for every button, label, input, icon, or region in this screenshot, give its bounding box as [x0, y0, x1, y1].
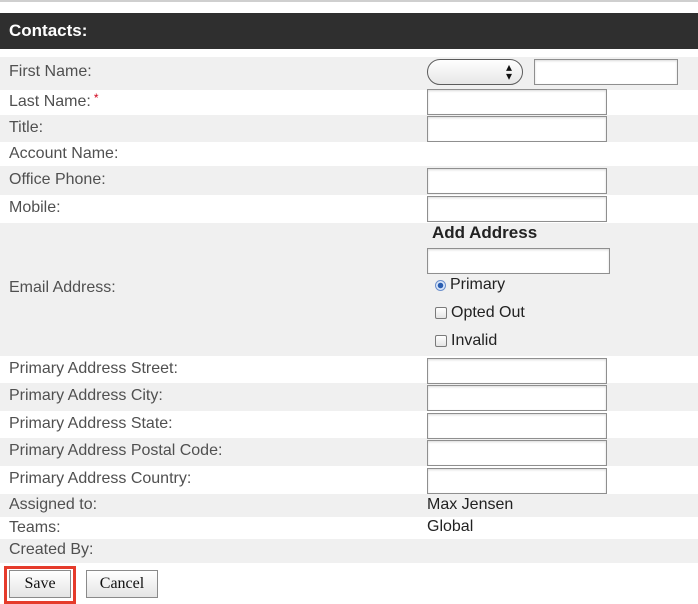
postal-input[interactable] — [427, 440, 607, 466]
row-created-by: Created By: — [0, 539, 698, 563]
city-input[interactable] — [427, 385, 607, 411]
account-name-label: Account Name: — [9, 145, 119, 162]
opted-out-label: Opted Out — [451, 304, 525, 321]
assigned-to-value: Max Jensen — [427, 496, 514, 513]
state-label: Primary Address State: — [9, 415, 173, 432]
add-address-link[interactable]: Add Address — [432, 223, 537, 243]
email-input[interactable] — [427, 248, 610, 274]
assigned-to-label: Assigned to: — [9, 496, 98, 513]
mobile-label: Mobile: — [9, 199, 61, 216]
email-primary-option[interactable]: Primary — [435, 276, 505, 294]
postal-label: Primary Address Postal Code: — [9, 442, 223, 459]
office-phone-input[interactable] — [427, 168, 607, 194]
cancel-button[interactable]: Cancel — [86, 570, 158, 598]
row-teams: Teams: — [0, 517, 698, 539]
street-label: Primary Address Street: — [9, 360, 178, 377]
mobile-input[interactable] — [427, 196, 607, 222]
title-label: Title: — [9, 119, 44, 136]
top-border — [0, 0, 698, 2]
save-button[interactable]: Save — [9, 570, 71, 598]
invalid-label: Invalid — [451, 332, 498, 349]
section-header: Contacts: — [0, 13, 698, 49]
last-name-input[interactable] — [427, 89, 607, 115]
select-arrows-icon: ▴ ▾ — [505, 60, 512, 83]
primary-radio[interactable] — [435, 279, 446, 291]
salutation-select[interactable]: ▴ ▾ — [427, 59, 523, 85]
created-by-label: Created By: — [9, 541, 94, 558]
email-address-label: Email Address: — [9, 279, 116, 296]
country-label: Primary Address Country: — [9, 470, 192, 487]
required-marker: * — [93, 91, 99, 105]
title-input[interactable] — [427, 116, 607, 142]
primary-label: Primary — [450, 276, 506, 293]
state-input[interactable] — [427, 413, 607, 439]
office-phone-label: Office Phone: — [9, 171, 106, 188]
invalid-checkbox[interactable] — [435, 335, 447, 347]
row-assigned-to: Assigned to: — [0, 494, 698, 517]
row-email: Email Address: — [0, 223, 698, 356]
teams-value: Global — [427, 518, 474, 535]
first-name-label: First Name: — [9, 63, 92, 80]
opted-out-checkbox[interactable] — [435, 307, 447, 319]
city-label: Primary Address City: — [9, 387, 163, 404]
last-name-label: Last Name: * — [9, 91, 99, 110]
street-input[interactable] — [427, 358, 607, 384]
first-name-input[interactable] — [534, 59, 678, 85]
email-opted-out-option[interactable]: Opted Out — [435, 304, 525, 322]
row-account-name: Account Name: — [0, 142, 698, 166]
email-invalid-option[interactable]: Invalid — [435, 332, 497, 350]
teams-label: Teams: — [9, 519, 61, 536]
country-input[interactable] — [427, 468, 607, 494]
